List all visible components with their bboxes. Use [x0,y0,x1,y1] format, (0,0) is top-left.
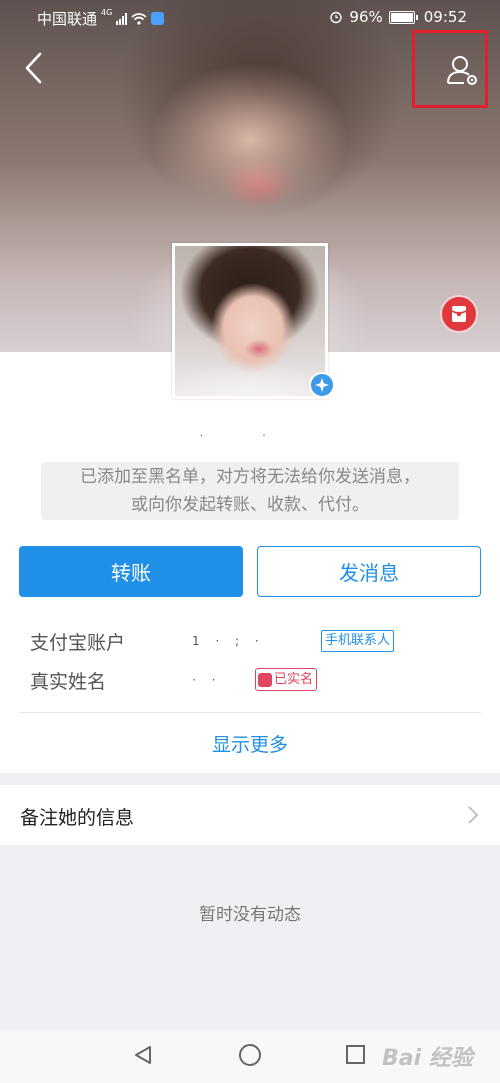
system-nav-bar: Bai 经验 [0,1030,500,1083]
avatar[interactable] [172,243,328,399]
battery-icon [388,10,415,24]
baidu-watermark: Bai 经验 [382,1046,473,1071]
nav-recent-apps-icon[interactable] [346,1045,365,1064]
verified-name-tag: 已实名 [255,668,318,691]
verified-badge [309,372,335,398]
clock: 09:52 [423,8,467,26]
nav-back-icon[interactable] [132,1044,154,1066]
empty-feed-text: 暂时没有动态 [199,905,301,925]
nickname: . . [200,428,294,439]
blacklist-notice-line2: 或向你发起转账、收款、代付。 [131,495,369,515]
phone-contact-tag: 手机联系人 [321,630,395,652]
profile-screen: 中国联通 4G 96% 09:52 . . 已添加至黑名单，对方将无法给你发送消… [0,0,500,1083]
transfer-button[interactable]: 转账 [19,546,243,597]
account-value: 1 · ; · [192,634,265,648]
carrier-label: 中国联通 [37,10,98,28]
real-name-value: · · [192,673,222,687]
avatar-image [175,246,325,396]
network-type: 4G [101,8,113,17]
back-button[interactable] [18,48,52,88]
red-envelope-icon [451,306,467,322]
status-bar: 中国联通 4G 96% 09:52 [0,0,500,34]
show-more-link[interactable]: 显示更多 [0,730,500,757]
profile-card: . . 已添加至黑名单，对方将无法给你发送消息， 或向你发起转账、收款、代付。 … [0,352,500,773]
nav-home-icon[interactable] [239,1044,261,1066]
status-left: 中国联通 4G [37,8,165,29]
red-envelope-button[interactable] [440,295,478,333]
wifi-icon [131,12,147,25]
divider [19,712,481,713]
signal-icon [116,12,128,25]
blacklist-notice-line1: 已添加至黑名单，对方将无法给你发送消息， [80,467,420,487]
verified-star-icon [315,378,329,392]
remark-info-row[interactable]: 备注她的信息 [0,785,500,845]
remark-info-label: 备注她的信息 [20,807,135,829]
blacklist-notice: 已添加至黑名单，对方将无法给你发送消息， 或向你发起转账、收款、代付。 [41,462,459,520]
real-name-label: 真实姓名 [30,671,107,693]
security-shield-icon [151,12,165,25]
real-name-face-icon [258,672,272,687]
send-message-button[interactable]: 发消息 [257,546,481,597]
back-chevron-icon [25,52,42,84]
battery-nub [415,14,418,20]
user-settings-icon [447,56,477,85]
alarm-icon [330,11,343,24]
battery-percent: 96% [349,8,383,26]
account-label: 支付宝账户 [30,632,126,654]
chevron-right-icon [468,806,479,824]
status-right: 96% 09:52 [329,8,467,26]
verified-name-tag-label: 已实名 [274,672,314,687]
profile-settings-button[interactable] [412,30,488,108]
